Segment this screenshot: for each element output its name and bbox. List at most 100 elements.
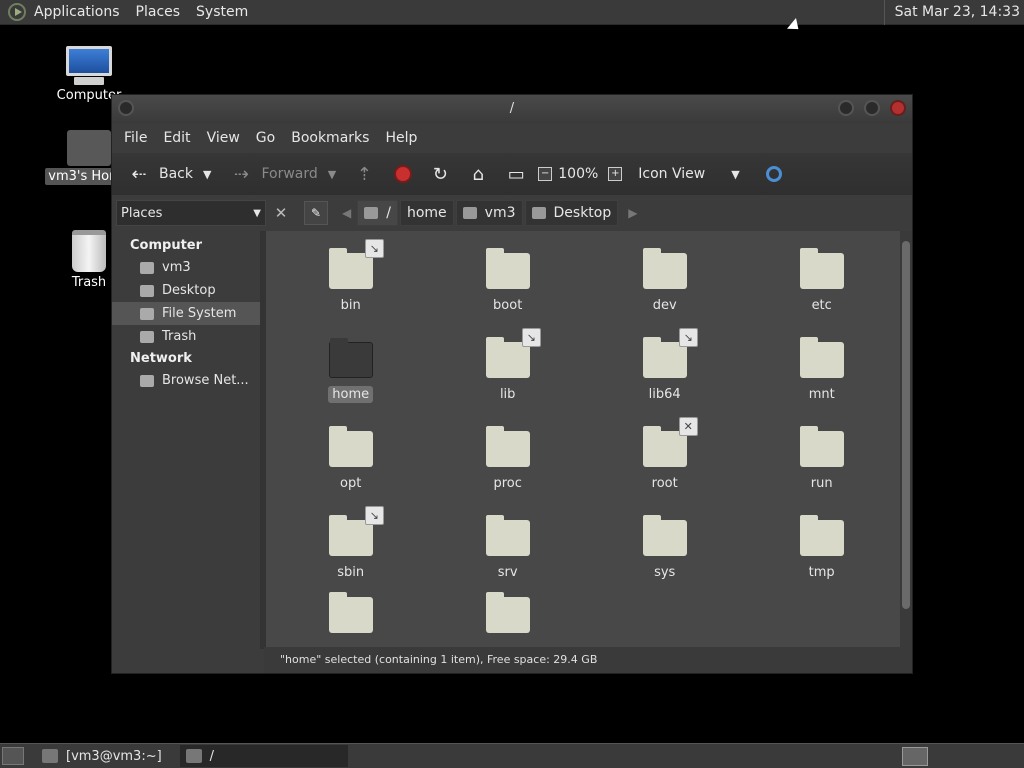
breadcrumb-desktop[interactable]: Desktop (524, 200, 619, 226)
folder-icon (642, 515, 687, 556)
breadcrumb-label: / (386, 205, 391, 221)
task-label: [vm3@vm3:~] (66, 748, 162, 764)
search-button[interactable] (761, 157, 787, 191)
workspace-switcher[interactable] (902, 747, 928, 766)
minimize-button[interactable] (838, 100, 854, 116)
file-name: etc (811, 298, 832, 313)
computer-icon: ▭ (507, 163, 525, 185)
file-item[interactable] (296, 592, 406, 633)
home-folder-icon (67, 130, 111, 166)
back-button[interactable]: ⇠ Back ▼ (122, 157, 216, 191)
forward-button[interactable]: ⇢ Forward ▼ (224, 157, 341, 191)
taskbar-item-file-manager[interactable]: / (179, 745, 348, 767)
folder-icon (328, 338, 373, 378)
breadcrumb-left-arrow-icon[interactable]: ◀ (342, 206, 351, 220)
breadcrumb-vm3[interactable]: vm3 (455, 200, 523, 226)
home-folder-icon (140, 261, 154, 274)
reload-button[interactable]: ↻ (423, 157, 457, 191)
computer-icon (66, 46, 112, 76)
breadcrumb-label: vm3 (484, 205, 516, 221)
file-item[interactable]: sys (610, 515, 720, 581)
applications-menu[interactable]: Applications (26, 0, 128, 25)
menu-help[interactable]: Help (377, 130, 425, 146)
file-item[interactable]: boot (453, 248, 563, 314)
status-bar: "home" selected (containing 1 item), Fre… (264, 647, 912, 673)
zoom-in-button[interactable]: + (603, 157, 633, 191)
up-button[interactable]: ⇡ (347, 157, 381, 191)
close-button[interactable] (890, 100, 906, 116)
sidebar-item-vm3[interactable]: vm3 (112, 256, 260, 279)
desktop-folder-icon (531, 207, 546, 219)
trash-icon (140, 330, 154, 343)
stop-icon (394, 165, 413, 183)
computer-stand (74, 77, 104, 85)
show-desktop-button[interactable] (2, 747, 24, 765)
breadcrumb-home[interactable]: home (399, 200, 454, 226)
file-name: bin (340, 298, 361, 313)
file-item[interactable]: home (296, 338, 406, 403)
menu-view[interactable]: View (199, 130, 248, 146)
file-item[interactable]: ↘ lib64 (610, 328, 720, 403)
window-titlebar[interactable]: / (112, 95, 912, 123)
taskbar-item-terminal[interactable]: [vm3@vm3:~] (36, 745, 168, 767)
close-sidebar-icon[interactable]: ✕ (270, 204, 292, 222)
menu-file[interactable]: File (116, 130, 155, 146)
menu-edit[interactable]: Edit (155, 130, 198, 146)
folder-icon (328, 592, 373, 633)
top-panel: Applications Places System Sat Mar 23, 1… (0, 0, 1024, 25)
network-icon (140, 374, 154, 387)
drive-icon (140, 307, 154, 320)
folder-icon (642, 426, 687, 467)
scroll-thumb[interactable] (902, 241, 911, 609)
back-history-dropdown-icon[interactable]: ▼ (203, 168, 211, 181)
edit-location-button[interactable]: ✎ (304, 201, 328, 225)
file-item[interactable]: dev (610, 248, 720, 314)
sidebar-item-file-system[interactable]: File System (112, 302, 260, 325)
clock[interactable]: Sat Mar 23, 14:33 (883, 0, 1024, 25)
maximize-button[interactable] (864, 100, 880, 116)
sidebar-item-trash[interactable]: Trash (112, 325, 260, 348)
folder-icon (642, 248, 687, 289)
folder-icon (185, 749, 202, 763)
sidebar-item-browse-network[interactable]: Browse Net... (112, 369, 260, 392)
zoom-out-icon: − (538, 167, 553, 181)
zoom-out-button[interactable]: − 100% (533, 157, 603, 191)
breadcrumb-right-arrow-icon[interactable]: ▶ (628, 206, 637, 220)
stop-button[interactable] (389, 157, 417, 191)
places-menu[interactable]: Places (128, 0, 189, 25)
system-menu[interactable]: System (188, 0, 256, 25)
icon-view[interactable]: ↘ bin boot dev etc home ↘ lib ↘ lib64 mnt opt proc ✕ r… (265, 231, 901, 649)
menu-bookmarks[interactable]: Bookmarks (283, 130, 377, 146)
file-item[interactable] (453, 592, 563, 633)
file-item[interactable]: ✕ root (610, 417, 720, 492)
back-label: Back (159, 166, 193, 182)
vertical-scrollbar[interactable] (900, 231, 912, 649)
view-mode-select[interactable]: Icon View ▼ (633, 157, 744, 191)
forward-history-dropdown-icon[interactable]: ▼ (328, 168, 336, 181)
gnome-foot-icon[interactable] (8, 3, 26, 21)
menu-go[interactable]: Go (248, 130, 283, 146)
computer-button[interactable]: ▭ (499, 157, 533, 191)
breadcrumb-root[interactable]: / (357, 200, 398, 226)
folder-icon (485, 337, 530, 378)
file-name: dev (652, 298, 677, 313)
chevron-down-icon: ▼ (731, 167, 740, 181)
window-menu-button[interactable] (118, 100, 134, 116)
sidebar-item-label: Trash (162, 329, 197, 344)
file-item[interactable]: mnt (767, 337, 877, 403)
forward-arrow-icon: ⇢ (233, 163, 250, 185)
file-item[interactable]: opt (296, 426, 406, 492)
file-name: proc (493, 476, 522, 491)
file-item[interactable]: ↘ bin (296, 239, 406, 314)
home-button[interactable]: ⌂ (461, 157, 495, 191)
file-item[interactable]: run (767, 426, 877, 492)
sidebar-item-desktop[interactable]: Desktop (112, 279, 260, 302)
file-item[interactable]: ↘ lib (453, 328, 563, 403)
file-item[interactable]: srv (453, 515, 563, 581)
sidebar-selector[interactable]: Places ▼ (116, 200, 266, 226)
file-item[interactable]: tmp (767, 515, 877, 581)
folder-icon (485, 592, 530, 633)
file-item[interactable]: ↘ sbin (296, 506, 406, 581)
file-item[interactable]: proc (453, 426, 563, 492)
file-item[interactable]: etc (767, 248, 877, 314)
